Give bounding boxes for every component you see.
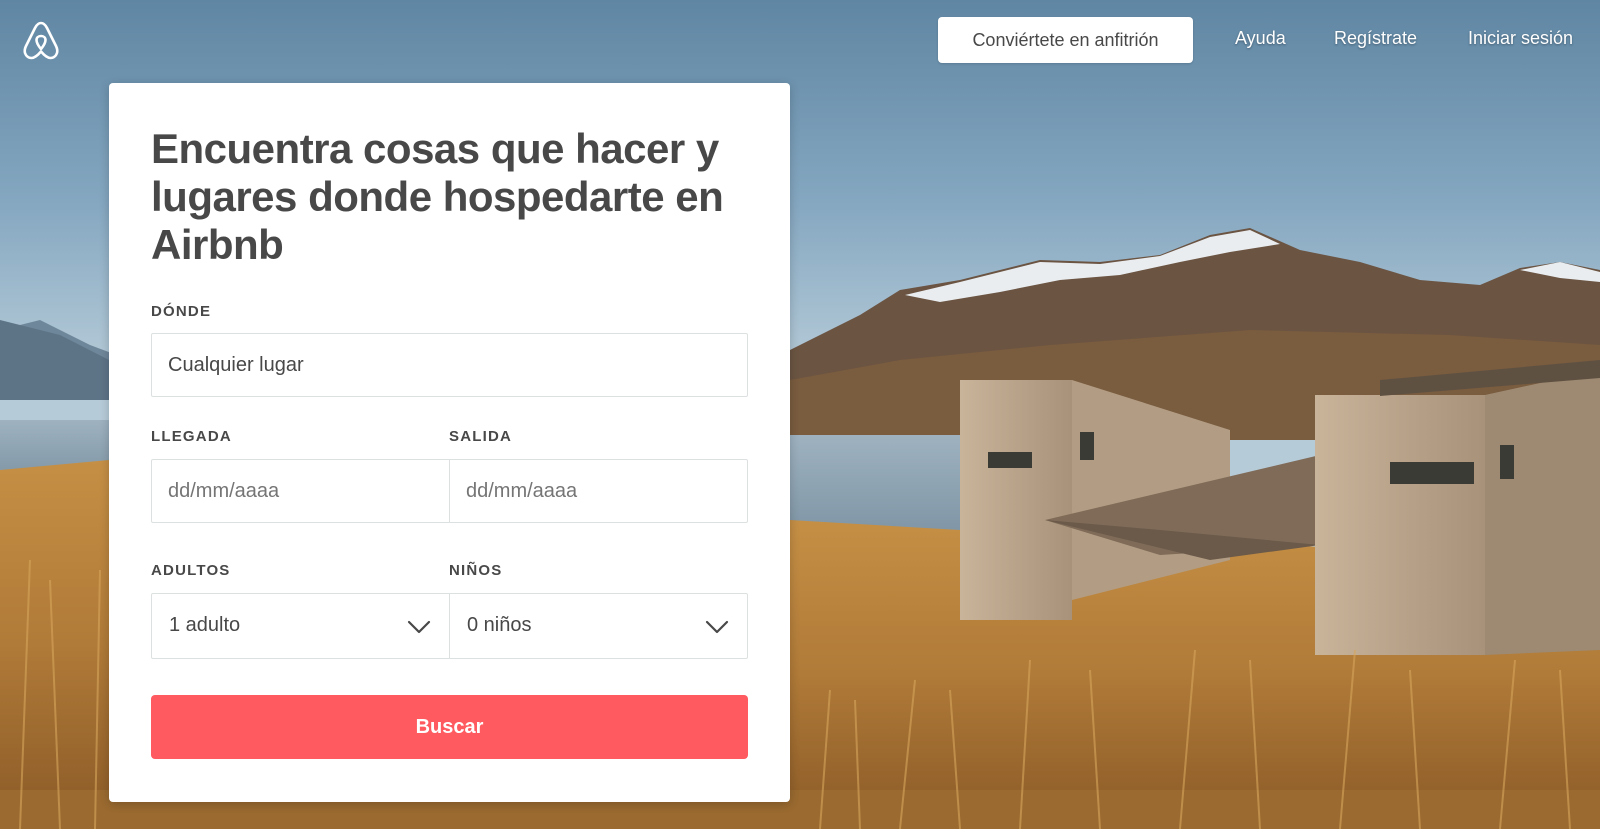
become-host-button[interactable]: Conviértete en anfitrión xyxy=(938,17,1193,63)
search-button[interactable]: Buscar xyxy=(151,695,748,759)
search-card: Encuentra cosas que hacer y lugares dond… xyxy=(109,83,790,802)
search-headline: Encuentra cosas que hacer y lugares dond… xyxy=(151,125,724,268)
where-input[interactable] xyxy=(151,333,748,397)
nav-login-link[interactable]: Iniciar sesión xyxy=(1468,28,1573,49)
adults-label: ADULTOS xyxy=(151,562,231,579)
chevron-down-icon xyxy=(705,620,729,634)
checkout-label: SALIDA xyxy=(449,428,513,445)
adults-select[interactable]: 1 adulto xyxy=(151,593,450,659)
checkin-label: LLEGADA xyxy=(151,428,232,445)
airbnb-logo-icon[interactable] xyxy=(22,20,60,60)
checkout-date-input[interactable] xyxy=(449,459,748,523)
checkin-date-input[interactable] xyxy=(151,459,450,523)
nav-signup-link[interactable]: Regístrate xyxy=(1334,28,1417,49)
where-label: DÓNDE xyxy=(151,303,212,320)
chevron-down-icon xyxy=(407,620,431,634)
adults-select-value: 1 adulto xyxy=(169,614,241,636)
children-label: NIÑOS xyxy=(449,562,503,579)
children-select-value: 0 niños xyxy=(467,614,532,636)
children-select[interactable]: 0 niños xyxy=(449,593,748,659)
nav-help-link[interactable]: Ayuda xyxy=(1235,28,1286,49)
